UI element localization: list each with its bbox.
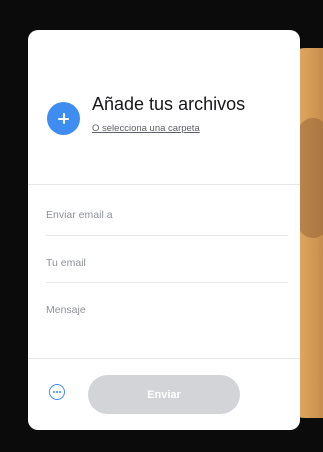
your-email-field[interactable]: Tu email [46,257,288,269]
divider [28,184,300,185]
transfer-panel: Añade tus archivos O selecciona una carp… [28,30,300,430]
add-files-button[interactable] [47,102,80,135]
add-files-area[interactable]: Añade tus archivos O selecciona una carp… [46,92,288,142]
message-field[interactable]: Mensaje [46,304,288,316]
divider [46,282,288,283]
more-options-icon[interactable] [49,384,65,400]
add-files-title[interactable]: Añade tus archivos [92,94,245,115]
select-folder-link[interactable]: O selecciona una carpeta [92,123,200,134]
divider [46,235,288,236]
background-photo-shadow [298,118,323,238]
divider [28,358,300,359]
send-button[interactable]: Enviar [88,375,240,414]
email-to-field[interactable]: Enviar email a [46,209,288,221]
